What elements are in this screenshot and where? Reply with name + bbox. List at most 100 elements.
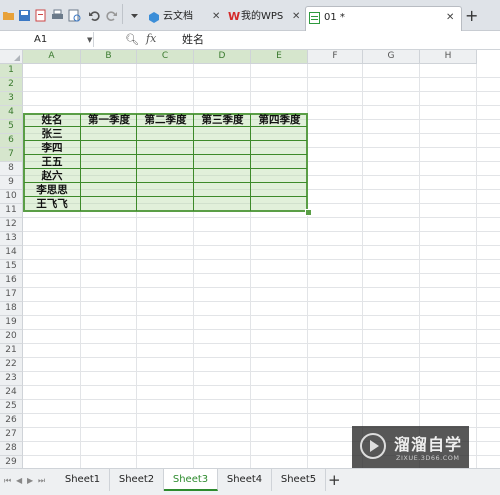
row-header[interactable]: 6: [0, 134, 23, 148]
row-header[interactable]: 4: [0, 106, 23, 120]
close-icon[interactable]: ✕: [212, 6, 220, 28]
row-header[interactable]: 26: [0, 414, 23, 428]
grid-row-line: [23, 245, 500, 246]
name-cell[interactable]: 王飞飞: [23, 197, 81, 211]
table-header-cell[interactable]: 第一季度: [81, 113, 137, 127]
grid-row-line: [23, 413, 500, 414]
row-header[interactable]: 25: [0, 400, 23, 414]
row-header[interactable]: 7: [0, 148, 23, 162]
print-icon[interactable]: [51, 9, 64, 22]
column-header[interactable]: F: [308, 50, 363, 64]
add-sheet-button[interactable]: +: [328, 471, 341, 489]
row-header[interactable]: 21: [0, 344, 23, 358]
name-cell[interactable]: 王五: [23, 155, 81, 169]
play-logo-icon: [360, 433, 386, 459]
row-header[interactable]: 15: [0, 260, 23, 274]
chevron-down-icon[interactable]: ▼: [87, 36, 92, 44]
chevron-down-icon[interactable]: [128, 9, 141, 22]
grid-row-line: [23, 287, 500, 288]
column-header[interactable]: B: [81, 50, 137, 64]
table-header-cell[interactable]: 姓名: [23, 113, 81, 127]
new-tab-button[interactable]: +: [465, 8, 478, 24]
grid-row-line: [23, 217, 500, 218]
grid-row-line: [23, 399, 500, 400]
row-header[interactable]: 28: [0, 442, 23, 456]
select-all-corner[interactable]: [0, 50, 23, 64]
sheet-tab-1[interactable]: Sheet1: [56, 469, 110, 491]
sheet-tab-5[interactable]: Sheet5: [272, 469, 326, 491]
prev-sheet-icon[interactable]: ◀: [16, 476, 22, 485]
tab-label: 我的WPS: [241, 11, 284, 22]
zoom-search-icon[interactable]: 🔍︎: [125, 33, 139, 46]
grid-row-line: [23, 385, 500, 386]
sheet-tab-4[interactable]: Sheet4: [218, 469, 272, 491]
table-header-cell[interactable]: 第三季度: [194, 113, 251, 127]
grid-row-line: [23, 343, 500, 344]
name-cell[interactable]: 李四: [23, 141, 81, 155]
last-sheet-icon[interactable]: ⏭: [38, 476, 45, 486]
row-header[interactable]: 23: [0, 372, 23, 386]
grid-row-line: [23, 77, 500, 78]
spreadsheet-grid[interactable]: ABCDEFGH 1 2 3 4 5 6 7 8 9 10 11 12 13 14 15 16 17 18 19 20…: [0, 50, 500, 468]
row-header[interactable]: 5: [0, 120, 23, 134]
row-header[interactable]: 29: [0, 456, 23, 468]
open-folder-icon[interactable]: [2, 9, 15, 22]
table-header-cell[interactable]: 第二季度: [137, 113, 194, 127]
first-sheet-icon[interactable]: ⏮: [4, 476, 11, 486]
row-header[interactable]: 2: [0, 78, 23, 92]
export-pdf-icon[interactable]: [34, 9, 47, 22]
column-header[interactable]: E: [251, 50, 308, 64]
redo-icon[interactable]: [105, 9, 118, 22]
column-header[interactable]: D: [194, 50, 251, 64]
tab-label: 01 *: [324, 12, 345, 23]
grid-column-line: [476, 64, 477, 468]
sheet-tab-2[interactable]: Sheet2: [110, 469, 164, 491]
watermark-logo: 溜溜自学 ZIXUE.3D66.COM: [352, 426, 469, 468]
close-icon[interactable]: ✕: [446, 7, 454, 29]
row-header[interactable]: 3: [0, 92, 23, 106]
save-icon[interactable]: [18, 9, 31, 22]
tab-my-wps[interactable]: W 我的WPS ✕: [226, 6, 306, 30]
sheet-tab-3[interactable]: Sheet3: [164, 469, 218, 491]
sheet-tab-bar: ⏮ ◀ ▶ ⏭ Sheet1 Sheet2 Sheet3 Sheet4 Shee…: [0, 468, 500, 495]
print-preview-icon[interactable]: [68, 9, 81, 22]
name-cell[interactable]: 李思思: [23, 183, 81, 197]
function-icon[interactable]: fx: [146, 32, 156, 45]
row-header[interactable]: 14: [0, 246, 23, 260]
column-header[interactable]: A: [23, 50, 81, 64]
next-sheet-icon[interactable]: ▶: [27, 476, 33, 485]
column-header[interactable]: C: [137, 50, 194, 64]
row-header[interactable]: 16: [0, 274, 23, 288]
row-header[interactable]: 10: [0, 190, 23, 204]
fill-handle[interactable]: [305, 209, 312, 216]
row-header[interactable]: 24: [0, 386, 23, 400]
table-header-cell[interactable]: 第四季度: [251, 113, 308, 127]
row-header[interactable]: 1: [0, 64, 23, 78]
formula-bar: A1 ▼ 🔍︎ fx 姓名: [0, 31, 500, 50]
row-header[interactable]: 17: [0, 288, 23, 302]
row-header[interactable]: 22: [0, 358, 23, 372]
formula-input[interactable]: 姓名: [182, 32, 204, 47]
watermark-subtitle: ZIXUE.3D66.COM: [396, 454, 460, 462]
wps-logo-icon: W: [228, 10, 241, 23]
undo-icon[interactable]: [88, 9, 101, 22]
tab-cloud-docs[interactable]: 云文档 ✕: [146, 6, 226, 30]
column-header[interactable]: H: [420, 50, 477, 64]
column-header[interactable]: G: [363, 50, 420, 64]
row-header[interactable]: 19: [0, 316, 23, 330]
row-header[interactable]: 13: [0, 232, 23, 246]
close-icon[interactable]: ✕: [292, 6, 300, 28]
name-cell[interactable]: 赵六: [23, 169, 81, 183]
row-header[interactable]: 27: [0, 428, 23, 442]
tab-file-01[interactable]: 01 * ✕: [305, 6, 462, 31]
row-header[interactable]: 20: [0, 330, 23, 344]
row-header[interactable]: 9: [0, 176, 23, 190]
tab-label: 云文档: [163, 11, 193, 22]
row-header[interactable]: 11: [0, 204, 23, 218]
name-box[interactable]: A1: [2, 32, 94, 47]
row-header[interactable]: 12: [0, 218, 23, 232]
grid-column-line: [419, 64, 420, 468]
row-header[interactable]: 18: [0, 302, 23, 316]
row-header[interactable]: 8: [0, 162, 23, 176]
name-cell[interactable]: 张三: [23, 127, 81, 141]
